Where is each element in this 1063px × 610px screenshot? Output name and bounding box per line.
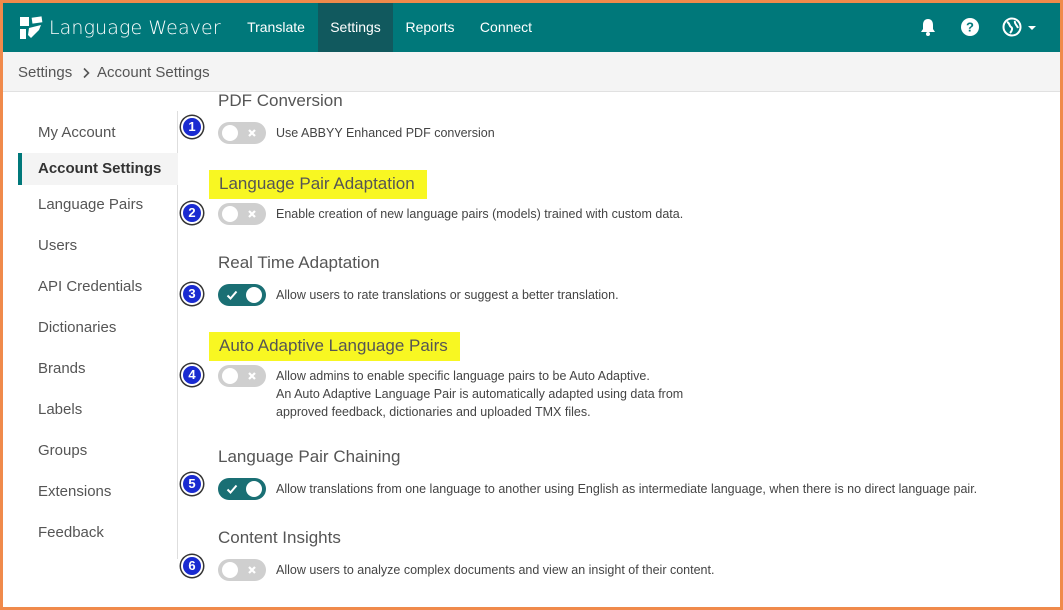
nav-reports[interactable]: Reports	[397, 3, 463, 52]
checkmark-icon	[226, 484, 238, 494]
svg-text:?: ?	[966, 20, 974, 35]
bell-icon[interactable]	[917, 16, 939, 38]
sidebar-item-feedback[interactable]: Feedback	[18, 517, 178, 549]
sidebar-item-account-settings[interactable]: Account Settings	[18, 153, 178, 185]
breadcrumb-account-settings: Account Settings	[97, 64, 210, 81]
desc-auto-adaptive-line-1: Allow admins to enable specific language…	[276, 369, 650, 383]
step-badge-3: 3	[181, 283, 203, 305]
brand[interactable]: Language Weaver	[19, 14, 221, 42]
globe-icon[interactable]	[1001, 16, 1023, 38]
desc-pdf-conversion: Use ABBYY Enhanced PDF conversion	[276, 126, 495, 140]
toggle-language-pair-chaining[interactable]	[218, 478, 266, 500]
sidebar-item-api-credentials[interactable]: API Credentials	[18, 271, 178, 303]
toggle-pdf-conversion[interactable]	[218, 122, 266, 144]
chevron-down-icon[interactable]	[1027, 24, 1037, 32]
desc-auto-adaptive-line-3: approved feedback, dictionaries and uplo…	[276, 405, 591, 419]
section-title-pdf-conversion: PDF Conversion	[218, 91, 343, 110]
top-nav: Language Weaver Translate Settings Repor…	[3, 3, 1060, 52]
x-icon	[248, 372, 256, 380]
toggle-auto-adaptive-language-pairs[interactable]	[218, 365, 266, 387]
step-badge-1: 1	[181, 116, 203, 138]
app-window: Language Weaver Translate Settings Repor…	[3, 3, 1060, 607]
x-icon	[248, 210, 256, 218]
help-icon[interactable]: ?	[959, 16, 981, 38]
nav-settings[interactable]: Settings	[318, 3, 393, 52]
desc-language-pair-adaptation: Enable creation of new language pairs (m…	[276, 207, 684, 221]
section-title-language-pair-adaptation: Language Pair Adaptation	[209, 170, 427, 199]
language-weaver-logo-icon	[20, 16, 43, 39]
sidebar-item-dictionaries[interactable]: Dictionaries	[18, 312, 178, 344]
nav-translate[interactable]: Translate	[237, 3, 315, 52]
desc-auto-adaptive-line-2: An Auto Adaptive Language Pair is automa…	[276, 387, 684, 401]
toggle-knob	[222, 206, 238, 222]
x-icon	[248, 129, 256, 137]
toggle-knob	[246, 481, 262, 497]
desc-language-pair-chaining: Allow translations from one language to …	[276, 482, 978, 496]
section-title-auto-adaptive-language-pairs: Auto Adaptive Language Pairs	[209, 332, 460, 361]
x-icon	[248, 566, 256, 574]
toggle-real-time-adaptation[interactable]	[218, 284, 266, 306]
section-title-real-time-adaptation: Real Time Adaptation	[218, 253, 380, 272]
step-badge-5: 5	[181, 473, 203, 495]
toggle-language-pair-adaptation[interactable]	[218, 203, 266, 225]
desc-real-time-adaptation: Allow users to rate translations or sugg…	[276, 288, 619, 302]
toggle-content-insights[interactable]	[218, 559, 266, 581]
sidebar-item-users[interactable]: Users	[18, 230, 178, 262]
toggle-knob	[246, 287, 262, 303]
brand-name: Language Weaver	[49, 17, 221, 39]
breadcrumb-settings[interactable]: Settings	[18, 52, 72, 92]
desc-content-insights: Allow users to analyze complex documents…	[276, 563, 715, 577]
step-badge-2: 2	[181, 202, 203, 224]
sidebar-item-language-pairs[interactable]: Language Pairs	[18, 189, 178, 221]
sidebar-item-labels[interactable]: Labels	[18, 394, 178, 426]
sidebar-item-brands[interactable]: Brands	[18, 353, 178, 385]
section-title-content-insights: Content Insights	[218, 528, 341, 547]
sidebar-item-my-account[interactable]: My Account	[18, 117, 178, 149]
toggle-knob	[222, 368, 238, 384]
step-badge-6: 6	[181, 555, 203, 577]
breadcrumb: Settings Account Settings	[3, 52, 1060, 92]
checkmark-icon	[226, 290, 238, 300]
sidebar-item-extensions[interactable]: Extensions	[18, 476, 178, 508]
section-title-language-pair-chaining: Language Pair Chaining	[218, 447, 401, 466]
chevron-right-icon	[83, 67, 90, 79]
toggle-knob	[222, 562, 238, 578]
nav-connect[interactable]: Connect	[471, 3, 541, 52]
sidebar-item-groups[interactable]: Groups	[18, 435, 178, 467]
step-badge-4: 4	[181, 364, 203, 386]
toggle-knob	[222, 125, 238, 141]
